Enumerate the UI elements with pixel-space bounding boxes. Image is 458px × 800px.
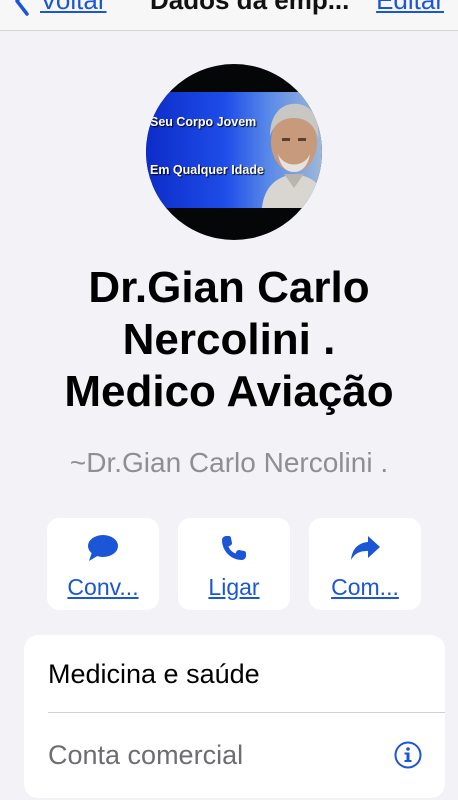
contact-name-line-3: Medico Aviação (64, 367, 394, 416)
call-button[interactable]: Ligar (178, 518, 290, 610)
contact-subtitle: ~Dr.Gian Carlo Nercolini . (69, 447, 389, 478)
back-label: Voltar (40, 0, 107, 15)
message-label: Conv... (67, 574, 139, 600)
action-buttons: Conv... Ligar Com... (47, 518, 421, 610)
avatar-text-line-2: Em Qualquer Idade (150, 163, 264, 177)
back-button[interactable]: Voltar (14, 0, 107, 16)
phone-icon (222, 536, 246, 560)
contact-name-line-2: Nercolini . (122, 315, 336, 364)
avatar-text-line-1: Seu Corpo Jovem (150, 115, 257, 129)
info-circle-icon[interactable] (394, 741, 422, 769)
person-photo (262, 103, 322, 208)
edit-button[interactable]: Editar (376, 0, 444, 16)
chat-bubble-icon (88, 535, 118, 561)
account-type: Conta comercial (48, 740, 244, 770)
avatar: Seu Corpo Jovem Em Qualquer Idade (146, 64, 322, 240)
call-label: Ligar (208, 574, 260, 600)
share-label: Com... (331, 574, 399, 600)
navigation-bar: Voltar Dados da emp... Editar (0, 0, 458, 31)
divider (48, 712, 445, 713)
business-category: Medicina e saúde (48, 659, 260, 689)
contact-name-line-1: Dr.Gian Carlo (88, 263, 370, 312)
page-title: Dados da emp... (150, 0, 350, 15)
chevron-left-icon (15, 0, 29, 16)
business-info-card: Medicina e saúde Conta comercial (24, 635, 445, 798)
share-arrow-icon (351, 536, 380, 560)
contact-name: Dr.Gian Carlo Nercolini . Medico Aviação (0, 262, 458, 418)
share-button[interactable]: Com... (309, 518, 421, 610)
message-button[interactable]: Conv... (47, 518, 159, 610)
